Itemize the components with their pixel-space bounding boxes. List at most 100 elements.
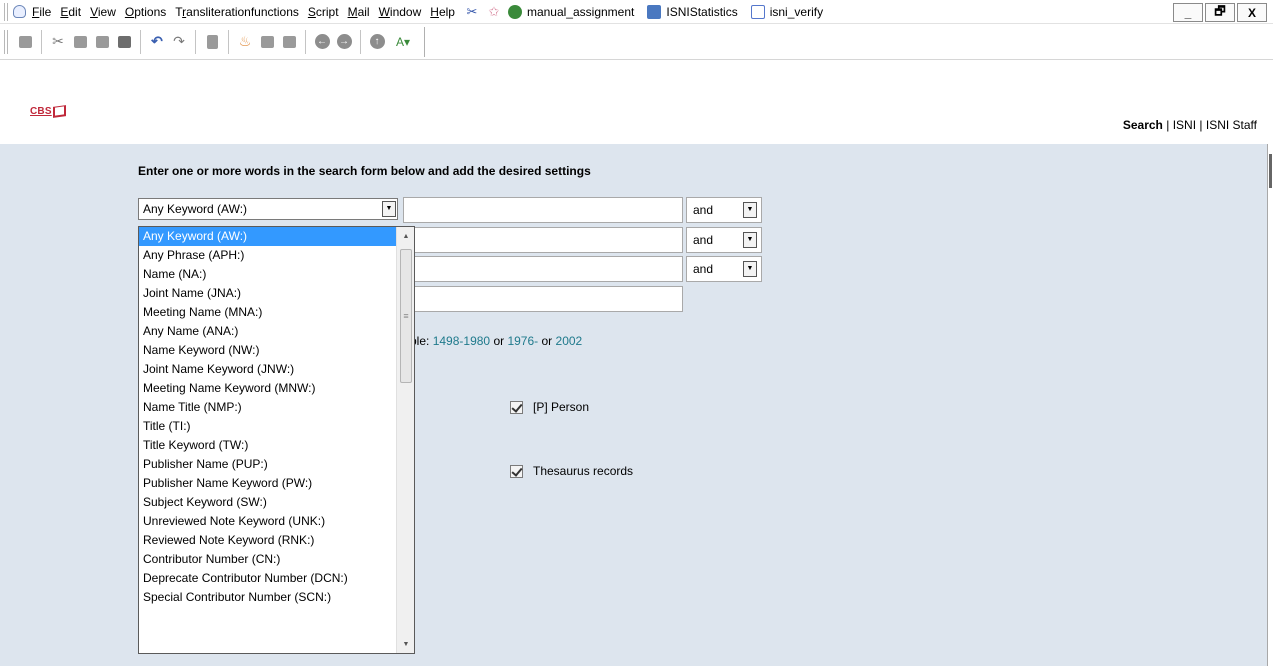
- chevron-down-icon[interactable]: ▼: [382, 201, 396, 217]
- quick-link-manual-assignment[interactable]: manual_assignment: [507, 4, 634, 19]
- scissors-icon[interactable]: ✂: [464, 4, 480, 20]
- search-term-input-2[interactable]: [403, 227, 683, 253]
- document-icon[interactable]: [203, 33, 221, 51]
- app-icon: [13, 5, 26, 18]
- search-term-input-1[interactable]: [403, 197, 683, 223]
- index-select[interactable]: Any Keyword (AW:) ▼: [138, 198, 398, 220]
- panel-left-icon[interactable]: [258, 33, 276, 51]
- dropdown-option[interactable]: Meeting Name Keyword (MNW:): [139, 379, 397, 398]
- copy-icon[interactable]: [71, 33, 89, 51]
- index-dropdown-list[interactable]: Any Keyword (AW:) Any Phrase (APH:) Name (…: [138, 226, 415, 654]
- dropdown-option[interactable]: Reviewed Note Keyword (RNK:): [139, 531, 397, 550]
- dropdown-option[interactable]: Name Title (NMP:): [139, 398, 397, 417]
- dropdown-options: Any Keyword (AW:) Any Phrase (APH:) Name (…: [139, 227, 397, 607]
- cut-icon[interactable]: ✂: [49, 33, 67, 51]
- menu-bar: File Edit View Options Transliterationfu…: [0, 0, 1273, 24]
- toolbar-grip[interactable]: [4, 29, 8, 54]
- filter-person[interactable]: [P] Person: [510, 400, 589, 414]
- toolbar-separator: [305, 29, 306, 54]
- link-isni[interactable]: ISNI: [1173, 118, 1196, 132]
- minimize-button[interactable]: _: [1173, 3, 1203, 22]
- chevron-down-icon[interactable]: ▼: [743, 261, 757, 277]
- example-date-range-link[interactable]: 1498-1980: [433, 334, 490, 348]
- dropdown-option[interactable]: Any Keyword (AW:): [139, 227, 397, 246]
- dropdown-option[interactable]: Title Keyword (TW:): [139, 436, 397, 455]
- dropdown-option[interactable]: Publisher Name (PUP:): [139, 455, 397, 474]
- search-form-area: Enter one or more words in the search fo…: [0, 144, 1267, 666]
- toolbar-separator: [41, 29, 42, 54]
- filter-thesaurus[interactable]: Thesaurus records: [510, 464, 633, 478]
- dropdown-option[interactable]: Publisher Name Keyword (PW:): [139, 474, 397, 493]
- dropdown-scrollbar[interactable]: ▲ ≡ ▼: [396, 227, 414, 653]
- dropdown-option[interactable]: Contributor Number (CN:): [139, 550, 397, 569]
- dropdown-option[interactable]: Meeting Name (MNA:): [139, 303, 397, 322]
- character-menu-icon[interactable]: A▾: [390, 33, 416, 51]
- menu-script[interactable]: Script: [308, 5, 339, 19]
- operator-select-1[interactable]: and ▼: [686, 197, 762, 223]
- menu-file[interactable]: File: [32, 5, 51, 19]
- scroll-up-icon[interactable]: ▲: [397, 227, 414, 245]
- up-arrow-icon[interactable]: ↑: [368, 33, 386, 51]
- menu-transliterationfunctions[interactable]: Transliterationfunctions: [175, 5, 299, 19]
- menu-mail[interactable]: Mail: [348, 5, 370, 19]
- flame-icon[interactable]: ♨: [236, 33, 254, 51]
- quick-link-isnistatistics[interactable]: ISNIStatistics: [647, 4, 738, 19]
- toolbar-separator: [360, 29, 361, 54]
- restore-button[interactable]: 🗗: [1205, 3, 1235, 22]
- thesaurus-checkbox[interactable]: [510, 464, 523, 478]
- redo-icon[interactable]: ↷: [170, 33, 188, 51]
- undo-icon[interactable]: ↶: [148, 33, 166, 51]
- logo-text: CBS: [30, 106, 52, 117]
- edge-marker: [1269, 154, 1272, 188]
- forward-arrow-icon[interactable]: →: [335, 33, 353, 51]
- dropdown-option[interactable]: Joint Name (JNA:): [139, 284, 397, 303]
- toolbar-separator: [228, 29, 229, 54]
- quick-link-isni-verify[interactable]: isni_verify: [750, 4, 823, 19]
- dropdown-option[interactable]: Any Phrase (APH:): [139, 246, 397, 265]
- dropdown-option[interactable]: Name (NA:): [139, 265, 397, 284]
- scroll-thumb[interactable]: ≡: [400, 249, 412, 383]
- toolbar-separator: [195, 29, 196, 54]
- toolbar: ✂ ↶ ↷ ♨ ← → ↑ A▾: [0, 24, 1273, 60]
- paste-icon[interactable]: [93, 33, 111, 51]
- menu-options[interactable]: Options: [125, 5, 166, 19]
- dropdown-option[interactable]: Joint Name Keyword (JNW:): [139, 360, 397, 379]
- dropdown-option[interactable]: Deprecate Contributor Number (DCN:): [139, 569, 397, 588]
- example-year-link[interactable]: 2002: [556, 334, 583, 348]
- operator-select-2[interactable]: and ▼: [686, 227, 762, 253]
- window-controls: _ 🗗 X: [1171, 3, 1267, 22]
- cbs-logo[interactable]: CBS: [30, 105, 66, 118]
- checkbox-icon: [750, 4, 765, 19]
- menubar-grip[interactable]: [4, 2, 8, 21]
- dropdown-option[interactable]: Unreviewed Note Keyword (UNK:): [139, 512, 397, 531]
- back-arrow-icon[interactable]: ←: [313, 33, 331, 51]
- dropdown-option[interactable]: Title (TI:): [139, 417, 397, 436]
- menu-help[interactable]: Help: [430, 5, 455, 19]
- save-icon[interactable]: [115, 33, 133, 51]
- print-icon[interactable]: [16, 33, 34, 51]
- menu-view[interactable]: View: [90, 5, 116, 19]
- menu-window[interactable]: Window: [379, 5, 422, 19]
- dropdown-option[interactable]: Subject Keyword (SW:): [139, 493, 397, 512]
- operator-select-3[interactable]: and ▼: [686, 256, 762, 282]
- close-button[interactable]: X: [1237, 3, 1267, 22]
- menu-edit[interactable]: Edit: [60, 5, 81, 19]
- chevron-down-icon[interactable]: ▼: [743, 232, 757, 248]
- star-icon[interactable]: ✩: [486, 4, 502, 20]
- link-search[interactable]: Search: [1123, 118, 1163, 132]
- search-term-input-3[interactable]: [403, 256, 683, 282]
- globe-icon: [507, 4, 522, 19]
- panel-right-icon[interactable]: [280, 33, 298, 51]
- dropdown-option[interactable]: Any Name (ANA:): [139, 322, 397, 341]
- search-term-input-4[interactable]: [403, 286, 683, 312]
- toolbar-end: [424, 26, 425, 57]
- example-open-range-link[interactable]: 1976-: [507, 334, 538, 348]
- person-checkbox[interactable]: [510, 400, 523, 414]
- chevron-down-icon[interactable]: ▼: [743, 202, 757, 218]
- dropdown-option[interactable]: Special Contributor Number (SCN:): [139, 588, 397, 607]
- book-icon: [52, 105, 66, 118]
- scroll-down-icon[interactable]: ▼: [397, 635, 414, 653]
- link-isni-staff[interactable]: ISNI Staff: [1206, 118, 1257, 132]
- date-example-hint: ble: 1498-1980 or 1976- or 2002: [410, 334, 583, 348]
- dropdown-option[interactable]: Name Keyword (NW:): [139, 341, 397, 360]
